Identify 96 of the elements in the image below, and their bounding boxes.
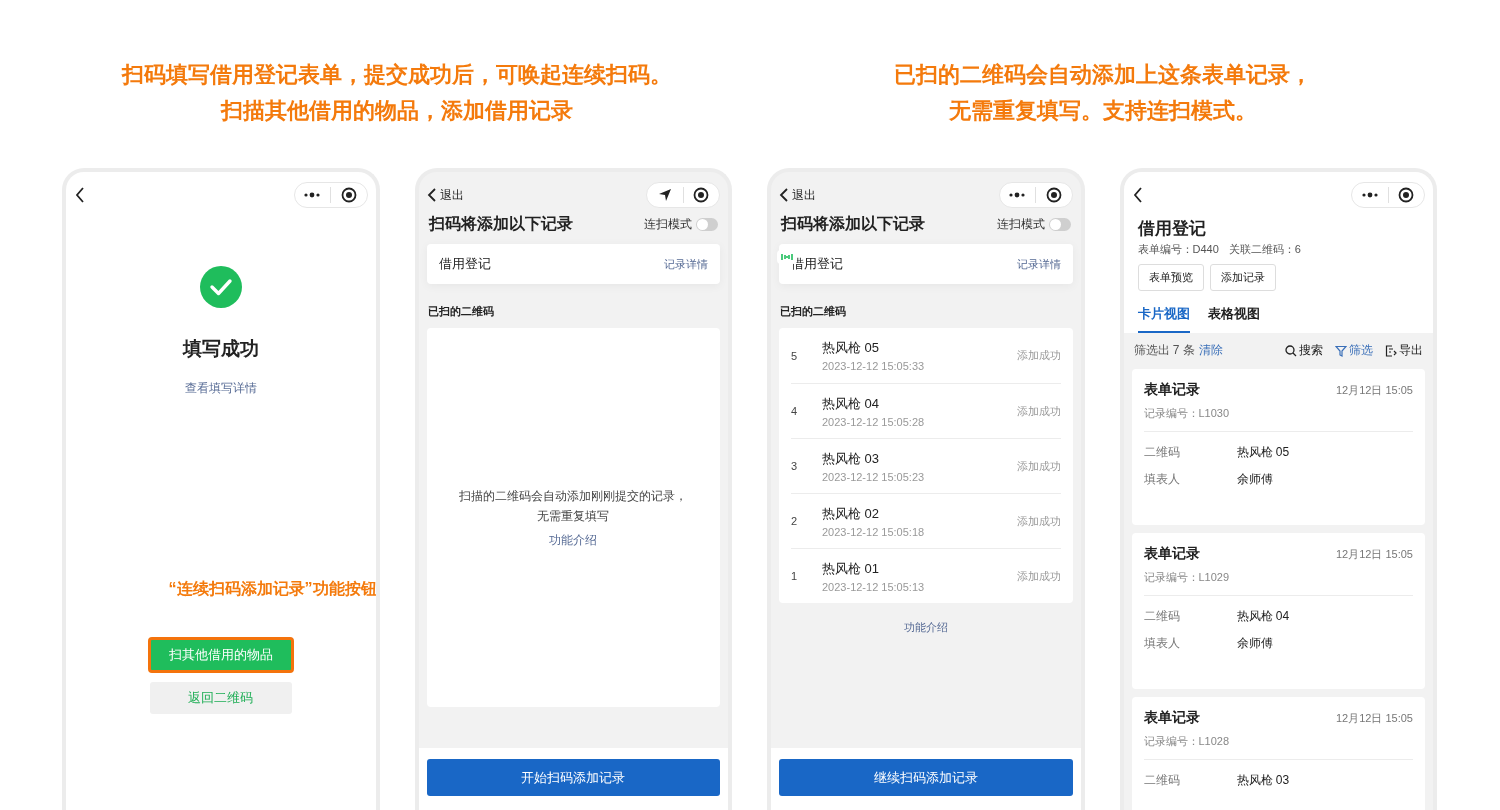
success-title: 填写成功 xyxy=(182,337,259,361)
record-name: 借用登记 xyxy=(438,255,491,273)
item-status: 添加成功 xyxy=(1016,568,1061,584)
field-value: 余师傅 xyxy=(1236,471,1273,488)
card-title: 表单记录 xyxy=(1143,545,1200,563)
detail-link[interactable]: 查看填写详情 xyxy=(184,380,257,397)
export-icon xyxy=(1385,344,1397,357)
field-value: 热风枪 03 xyxy=(1236,772,1290,789)
caption-line: 扫码填写借用登记表单，提交成功后，可唤起连续扫码。 xyxy=(121,61,672,89)
toolbar-action[interactable]: 导出 xyxy=(1399,342,1423,359)
item-name: 热风枪 05 xyxy=(822,339,881,357)
field-value: 热风枪 04 xyxy=(1236,608,1290,625)
record-number: 记录编号：L1028 xyxy=(1143,734,1413,760)
toolbar-action[interactable]: 筛选 xyxy=(1349,342,1373,359)
view-tab[interactable]: 表格视图 xyxy=(1207,304,1260,333)
check-icon xyxy=(199,266,242,308)
more-icon xyxy=(1008,192,1027,198)
row-index: 3 xyxy=(791,460,799,472)
item-status: 添加成功 xyxy=(1016,348,1061,363)
target-icon xyxy=(693,187,710,203)
outline-button[interactable]: 表单预览 xyxy=(1137,264,1204,291)
row-index: 1 xyxy=(791,570,799,582)
back-label[interactable]: 退出 xyxy=(792,186,816,204)
row-index: 4 xyxy=(791,405,799,417)
search-icon xyxy=(1285,344,1297,357)
item-time: 2023-12-12 15:05:13 xyxy=(822,580,926,593)
back-icon[interactable] xyxy=(74,186,86,204)
caption-line: 已扫的二维码会自动添加上这条表单记录， xyxy=(893,61,1312,89)
view-tab[interactable]: 卡片视图 xyxy=(1137,304,1190,333)
record-number: 记录编号：L1030 xyxy=(1143,406,1413,432)
toolbar-action[interactable]: 搜索 xyxy=(1299,342,1323,359)
more-icon xyxy=(303,192,322,198)
capsule-menu[interactable] xyxy=(998,182,1073,208)
intro-link[interactable]: 功能介绍 xyxy=(903,620,948,635)
scan-add-button[interactable]: 继续扫码添加记录 xyxy=(779,759,1073,796)
item-name: 热风枪 04 xyxy=(822,394,881,413)
row-index: 5 xyxy=(791,349,799,362)
item-time: 2023-12-12 15:05:33 xyxy=(822,360,926,372)
capsule-menu[interactable] xyxy=(1351,182,1425,208)
item-time: 2023-12-12 15:05:28 xyxy=(822,415,926,428)
section-heading: 已扫的二维码 xyxy=(427,304,495,319)
filter-icon xyxy=(1335,344,1347,357)
back-label[interactable]: 退出 xyxy=(439,186,464,204)
item-status: 添加成功 xyxy=(1016,513,1061,529)
toggle-switch[interactable] xyxy=(1048,217,1071,231)
back-icon[interactable] xyxy=(1131,186,1144,204)
item-time: 2023-12-12 15:05:18 xyxy=(822,525,926,538)
item-status: 添加成功 xyxy=(1016,403,1061,419)
toggle-label: 连扫模式 xyxy=(644,215,692,233)
page-title: 扫码将添加以下记录 xyxy=(781,213,925,234)
card-time: 12月12日 15:05 xyxy=(1335,546,1413,562)
field-label: 填表人 xyxy=(1143,471,1181,488)
row-index: 2 xyxy=(791,515,799,527)
field-label: 二维码 xyxy=(1143,444,1181,461)
card-title: 表单记录 xyxy=(1143,381,1200,399)
capsule-menu[interactable] xyxy=(646,182,720,208)
field-label: 填表人 xyxy=(1143,635,1181,652)
target-icon xyxy=(1045,187,1062,203)
more-icon xyxy=(1360,192,1379,198)
target-icon xyxy=(340,187,357,203)
form-meta: 表单编号：D440 xyxy=(1137,242,1219,257)
intro-link[interactable]: 功能介绍 xyxy=(549,531,598,549)
capsule-menu[interactable] xyxy=(293,182,368,208)
card-time: 12月12日 15:05 xyxy=(1335,710,1413,726)
empty-message: 扫描的二维码会自动添加刚刚提交的记录， xyxy=(459,487,688,505)
filter-count: 筛选出 7 条 xyxy=(1133,342,1195,359)
clear-link[interactable]: 清除 xyxy=(1198,342,1223,359)
record-number: 记录编号：L1029 xyxy=(1143,570,1413,596)
back-icon xyxy=(779,187,789,203)
back-icon xyxy=(426,187,437,203)
item-name: 热风枪 02 xyxy=(822,504,881,523)
toggle-label: 连扫模式 xyxy=(996,215,1045,233)
page-title: 扫码将添加以下记录 xyxy=(428,213,573,234)
form-meta: 关联二维码：6 xyxy=(1228,242,1301,257)
field-label: 二维码 xyxy=(1143,608,1181,625)
card-time: 12月12日 15:05 xyxy=(1335,382,1413,398)
caption-line: 扫描其他借用的物品，添加借用记录 xyxy=(220,97,573,125)
outline-button[interactable]: 添加记录 xyxy=(1209,264,1276,291)
item-name: 热风枪 03 xyxy=(822,449,881,468)
item-status: 添加成功 xyxy=(1016,458,1061,474)
field-value: 余师傅 xyxy=(1236,635,1273,652)
target-icon xyxy=(1398,187,1415,203)
item-time: 2023-12-12 15:05:23 xyxy=(822,470,926,483)
empty-message: 无需重复填写 xyxy=(537,507,610,525)
annotation-label: “连续扫码添加记录”功能按钮 xyxy=(168,579,376,599)
field-label: 二维码 xyxy=(1143,772,1181,789)
record-detail-link[interactable]: 记录详情 xyxy=(1016,256,1061,272)
form-title: 借用登记 xyxy=(1137,218,1207,240)
field-value: 热风枪 05 xyxy=(1236,444,1290,461)
caption-line: 无需重复填写。支持连扫模式。 xyxy=(948,97,1257,125)
item-name: 热风枪 01 xyxy=(822,559,881,578)
section-heading: 已扫的二维码 xyxy=(780,304,847,319)
record-detail-link[interactable]: 记录详情 xyxy=(664,256,708,272)
scan-add-button[interactable]: 开始扫码添加记录 xyxy=(426,759,720,796)
card-title: 表单记录 xyxy=(1143,709,1200,727)
toggle-switch[interactable] xyxy=(696,217,718,231)
